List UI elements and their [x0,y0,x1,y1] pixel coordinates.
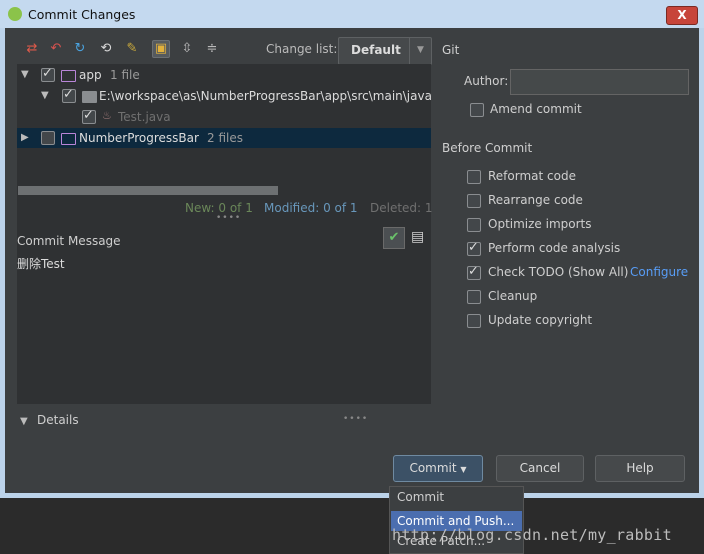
option-checkbox-code-analysis[interactable] [467,240,481,256]
tree-row-app[interactable]: ▼ app 1 file [17,65,431,85]
author-input[interactable] [510,69,689,95]
expand-all-icon[interactable]: ⇳ [179,41,195,57]
before-commit-header: Before Commit [442,141,533,155]
amend-checkbox[interactable] [470,103,484,117]
tree-row-label: app [79,68,102,82]
history-icon[interactable]: ⟲ [98,41,114,57]
refresh-icon[interactable]: ↻ [72,41,88,57]
option-label[interactable]: Update copyright [488,313,592,327]
collapse-all-icon[interactable]: ≑ [204,41,220,57]
android-studio-icon [8,7,22,21]
tree-row-label: E:\workspace\as\NumberProgressBar\app\sr… [99,89,432,103]
splitter-handle[interactable]: •••• [216,213,241,223]
option-checkbox-rearrange[interactable] [467,194,481,208]
expand-right-icon[interactable]: ▶ [21,132,29,143]
commit-message-text[interactable]: 删除Test [17,255,65,272]
module-folder-icon [61,70,76,82]
option-checkbox-cleanup[interactable] [467,290,481,304]
tree-row-label: NumberProgressBar [79,131,199,145]
option-checkbox-reformat[interactable] [467,170,481,184]
tree-checkbox-file[interactable] [82,108,96,124]
changelist-value: Default [351,43,401,57]
option-label[interactable]: Cleanup [488,289,537,303]
commit-button-label: Commit [409,461,461,475]
tree-row-path[interactable]: ▼ E:\workspace\as\NumberProgressBar\app\… [17,86,432,106]
commit-split-button[interactable]: Commit ▼ [393,455,483,482]
title-bar: Commit Changes X [0,0,704,28]
git-header: Git [442,43,460,57]
message-history-icon[interactable]: ▤ [411,229,424,245]
window-title: Commit Changes [28,7,136,22]
option-label[interactable]: Perform code analysis [488,241,620,255]
amend-label[interactable]: Amend commit [490,102,582,116]
tree-checkbox-app[interactable] [41,66,55,82]
expand-down-icon[interactable]: ▼ [41,90,49,101]
details-toggle[interactable]: Details [37,413,79,427]
tree-row-file[interactable]: ♨ Test.java [17,107,431,127]
module-folder-icon [61,133,76,145]
commit-message-textarea[interactable] [17,250,431,402]
rollback-icon[interactable]: ↶ [48,41,64,57]
option-checkbox-optimize[interactable] [467,218,481,232]
commit-message-label: Commit Message [17,234,121,248]
tree-row-numberprogressbar[interactable]: ▶ NumberProgressBar 2 files [17,128,431,148]
group-by-directory-icon[interactable]: ▣ [152,40,170,58]
configure-link[interactable]: Configure [630,265,688,279]
option-checkbox-copyright[interactable] [467,314,481,328]
edit-source-icon[interactable]: ✎ [124,41,140,57]
watermark: http://blog.csdn.net/my_rabbit [392,526,672,544]
expand-down-icon[interactable]: ▼ [20,416,28,427]
option-label[interactable]: Check TODO (Show All) [488,265,628,279]
chevron-down-icon: ▼ [460,465,467,474]
splitter-handle[interactable]: •••• [343,414,368,424]
diff-icon[interactable]: ⇄ [24,41,40,57]
help-button[interactable]: Help [595,455,685,482]
tree-row-count: 2 files [207,131,243,145]
tree-row-count: 1 file [110,68,140,82]
cancel-button[interactable]: Cancel [496,455,584,482]
tree-checkbox-path[interactable] [62,87,76,103]
close-button[interactable]: X [666,6,698,25]
option-checkbox-check-todo[interactable] [467,264,481,280]
option-label[interactable]: Optimize imports [488,217,592,231]
spellcheck-icon[interactable]: ✔ [383,227,405,249]
horizontal-scrollbar[interactable] [18,186,278,195]
chevron-down-icon: ▼ [409,38,431,64]
tree-row-label: Test.java [118,110,171,124]
stat-modified: Modified: 0 of 1 [264,201,358,215]
author-label: Author: [464,74,509,88]
folder-icon [82,91,97,103]
changelist-dropdown[interactable]: Default ▼ [338,37,432,65]
stat-deleted: Deleted: 1 [370,201,433,215]
option-label[interactable]: Rearrange code [488,193,583,207]
java-file-icon: ♨ [102,109,112,122]
tree-checkbox-numberprogressbar[interactable] [41,131,55,145]
changelist-label: Change list: [266,42,338,56]
menu-item-commit[interactable]: Commit [391,487,522,507]
expand-down-icon[interactable]: ▼ [21,69,29,80]
option-label[interactable]: Reformat code [488,169,576,183]
